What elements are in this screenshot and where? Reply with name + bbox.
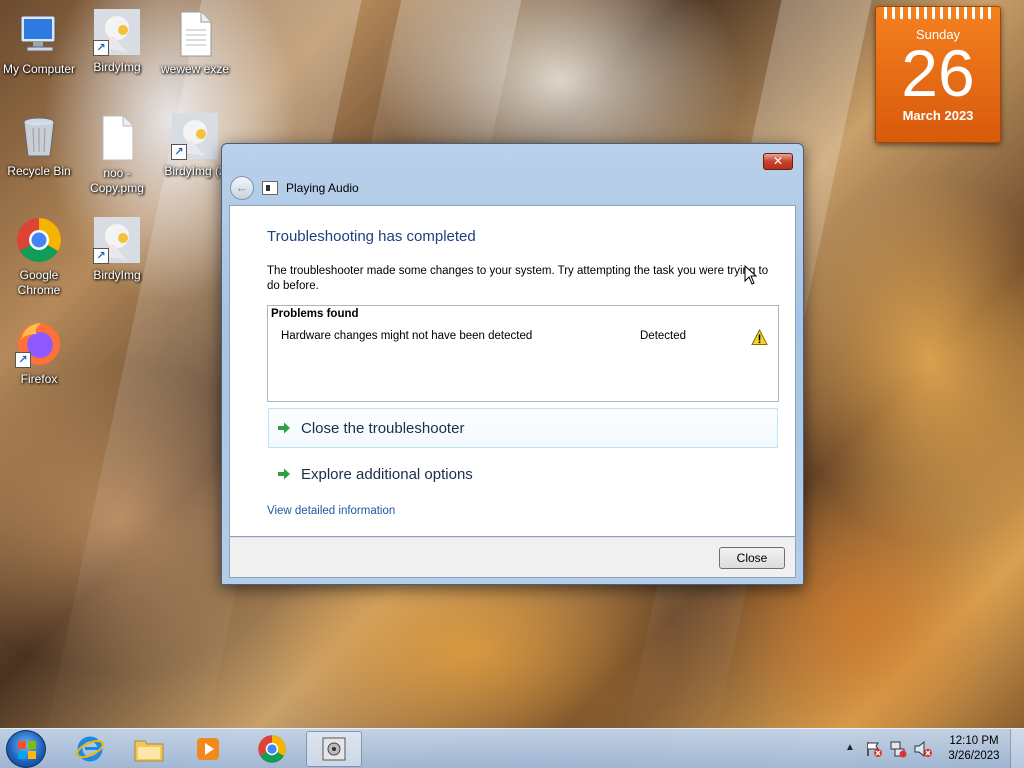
close-button[interactable]: Close <box>719 547 785 569</box>
calendar-gadget[interactable]: Sunday 26 March 2023 <box>875 6 1001 143</box>
image-shortcut-icon: ↗ <box>171 112 219 160</box>
computer-icon <box>15 10 63 58</box>
system-clock[interactable]: 12:10 PM 3/26/2023 <box>942 734 1006 764</box>
dialog-footer: Close <box>229 537 796 578</box>
shortcut-arrow-icon: ↗ <box>93 40 109 56</box>
start-button[interactable] <box>6 730 46 768</box>
recycle-bin-icon <box>15 112 63 160</box>
shortcut-arrow-icon: ↗ <box>93 248 109 264</box>
problems-found-header: Problems found <box>271 308 359 320</box>
close-troubleshooter-command[interactable]: Close the troubleshooter <box>268 408 778 448</box>
view-detailed-information-link[interactable]: View detailed information <box>267 505 395 517</box>
desktop-icon-label: BirdyImg <box>93 268 141 282</box>
desktop-icon-wewew-exze[interactable]: wewew exze <box>155 10 235 77</box>
page-title: Troubleshooting has completed <box>267 228 476 245</box>
file-icon <box>93 114 141 162</box>
calendar-month-year: March 2023 <box>902 108 974 123</box>
desktop-icon-label: BirdyImg <box>93 60 141 74</box>
image-shortcut-icon: ↗ <box>93 216 141 264</box>
command-label: Explore additional options <box>301 465 473 483</box>
desktop-icon-label: noo - Copy.pmg <box>90 166 144 195</box>
warning-icon <box>751 328 768 346</box>
taskbar-media-player[interactable] <box>180 731 236 767</box>
image-shortcut-icon: ↗ <box>93 8 141 56</box>
windows-logo-icon <box>18 741 36 759</box>
desktop-icon-label: Firefox <box>20 372 58 386</box>
desktop-icon-birdyimg[interactable]: ↗ BirdyImg <box>77 8 157 75</box>
taskbar-troubleshooter[interactable] <box>306 731 362 767</box>
problem-name: Hardware changes might not have been det… <box>281 330 533 342</box>
window-close-button[interactable]: ✕ <box>763 153 793 170</box>
problems-found-panel: Problems found Hardware changes might no… <box>267 305 779 402</box>
network-icon[interactable] <box>889 740 907 758</box>
green-arrow-icon <box>277 467 291 481</box>
troubleshooter-window: ✕ ← Playing Audio Troubleshooting has co… <box>221 143 804 585</box>
desktop-icon-noo-copy[interactable]: noo - Copy.pmg <box>77 114 157 196</box>
dialog-content: Troubleshooting has completed The troubl… <box>229 205 796 537</box>
show-hidden-icons-icon[interactable]: ▲ <box>845 742 855 753</box>
window-title: Playing Audio <box>286 181 359 195</box>
shortcut-arrow-icon: ↗ <box>171 144 187 160</box>
desktop-icon-label: Recycle Bin <box>7 164 71 178</box>
back-arrow-icon[interactable]: ← <box>230 176 254 200</box>
action-center-icon[interactable] <box>865 740 883 758</box>
internet-explorer-icon <box>76 736 104 762</box>
chrome-icon <box>258 735 286 763</box>
file-explorer-icon <box>134 740 164 762</box>
file-icon <box>171 10 219 58</box>
taskbar-file-explorer[interactable] <box>121 731 177 767</box>
desktop-icon-firefox[interactable]: ↗ Firefox <box>0 320 79 387</box>
firefox-icon: ↗ <box>15 320 63 368</box>
troubleshooter-icon <box>322 737 346 761</box>
taskbar-chrome[interactable] <box>244 731 300 767</box>
calendar-day: 26 <box>901 36 975 110</box>
troubleshooter-icon <box>262 181 278 195</box>
mouse-cursor-icon <box>744 265 758 285</box>
problem-row[interactable]: Hardware changes might not have been det… <box>281 328 775 347</box>
clock-date: 3/26/2023 <box>948 750 1000 762</box>
desktop-icon-label: Google Chrome <box>17 268 61 297</box>
command-label: Close the troubleshooter <box>301 419 465 437</box>
calendar-rings <box>884 7 992 19</box>
chrome-icon <box>15 216 63 264</box>
clock-time: 12:10 PM <box>949 735 999 747</box>
desktop-icon-recycle-bin[interactable]: Recycle Bin <box>0 112 79 179</box>
explore-options-command[interactable]: Explore additional options <box>268 454 778 494</box>
desktop-icon-my-computer[interactable]: My Computer <box>0 10 79 77</box>
desktop-icon-label: wewew exze <box>160 62 230 76</box>
shortcut-arrow-icon: ↗ <box>15 352 31 368</box>
show-desktop-button[interactable] <box>1010 729 1024 768</box>
title-bar: ← Playing Audio <box>230 176 359 200</box>
volume-muted-icon[interactable] <box>913 740 933 758</box>
desktop-icon-birdyimg-3[interactable]: ↗ BirdyImg <box>77 216 157 283</box>
result-description: The troubleshooter made some changes to … <box>267 265 769 292</box>
taskbar: ▲ 12:10 PM 3/26/2023 <box>0 728 1024 768</box>
problem-status: Detected <box>640 330 687 342</box>
green-arrow-icon <box>277 421 291 435</box>
media-player-icon <box>197 738 219 760</box>
desktop-icon-google-chrome[interactable]: Google Chrome <box>0 216 79 298</box>
taskbar-internet-explorer[interactable] <box>62 731 118 767</box>
desktop-icon-label: My Computer <box>2 62 76 76</box>
